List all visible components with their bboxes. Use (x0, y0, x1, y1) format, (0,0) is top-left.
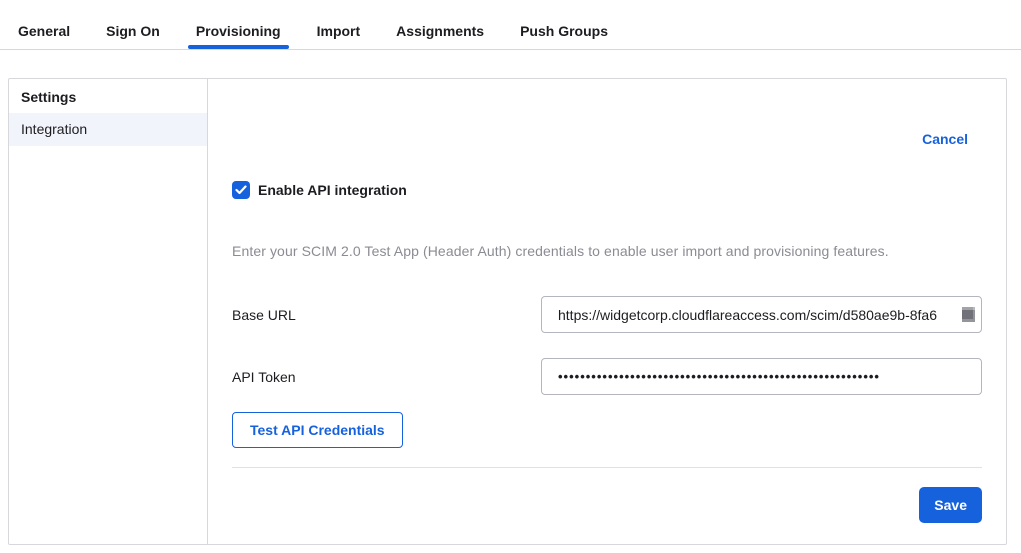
text-overflow-cursor-icon (962, 307, 975, 322)
api-token-input[interactable] (541, 358, 982, 395)
sidebar-heading-settings: Settings (9, 79, 207, 113)
base-url-field (541, 296, 982, 333)
enable-api-row: Enable API integration (232, 181, 982, 199)
api-token-label: API Token (232, 369, 541, 385)
cancel-row: Cancel (232, 131, 982, 149)
save-button[interactable]: Save (919, 487, 982, 523)
base-url-input[interactable] (541, 296, 982, 333)
enable-api-checkbox[interactable] (232, 181, 250, 199)
section-divider (232, 467, 982, 468)
save-row: Save (232, 487, 982, 523)
provisioning-panel: Settings Integration Cancel Enable API i… (8, 78, 1007, 545)
test-credentials-row: Test API Credentials (232, 412, 982, 448)
tab-push-groups[interactable]: Push Groups (520, 0, 608, 49)
base-url-label: Base URL (232, 307, 541, 323)
tab-sign-on[interactable]: Sign On (106, 0, 160, 49)
app-tab-bar: General Sign On Provisioning Import Assi… (0, 0, 1021, 50)
checkmark-icon (235, 185, 247, 195)
base-url-row: Base URL (232, 296, 982, 333)
enable-api-label: Enable API integration (258, 182, 407, 198)
tab-general[interactable]: General (18, 0, 70, 49)
tab-provisioning[interactable]: Provisioning (196, 0, 281, 49)
credentials-description: Enter your SCIM 2.0 Test App (Header Aut… (232, 243, 982, 259)
test-api-credentials-button[interactable]: Test API Credentials (232, 412, 403, 448)
tab-import[interactable]: Import (317, 0, 361, 49)
cancel-link[interactable]: Cancel (922, 131, 968, 147)
api-token-row: API Token (232, 358, 982, 395)
api-token-field (541, 358, 982, 395)
sidebar-item-integration[interactable]: Integration (9, 113, 207, 146)
settings-sidebar: Settings Integration (9, 79, 208, 544)
integration-settings-content: Cancel Enable API integration Enter your… (208, 79, 1006, 544)
tab-assignments[interactable]: Assignments (396, 0, 484, 49)
